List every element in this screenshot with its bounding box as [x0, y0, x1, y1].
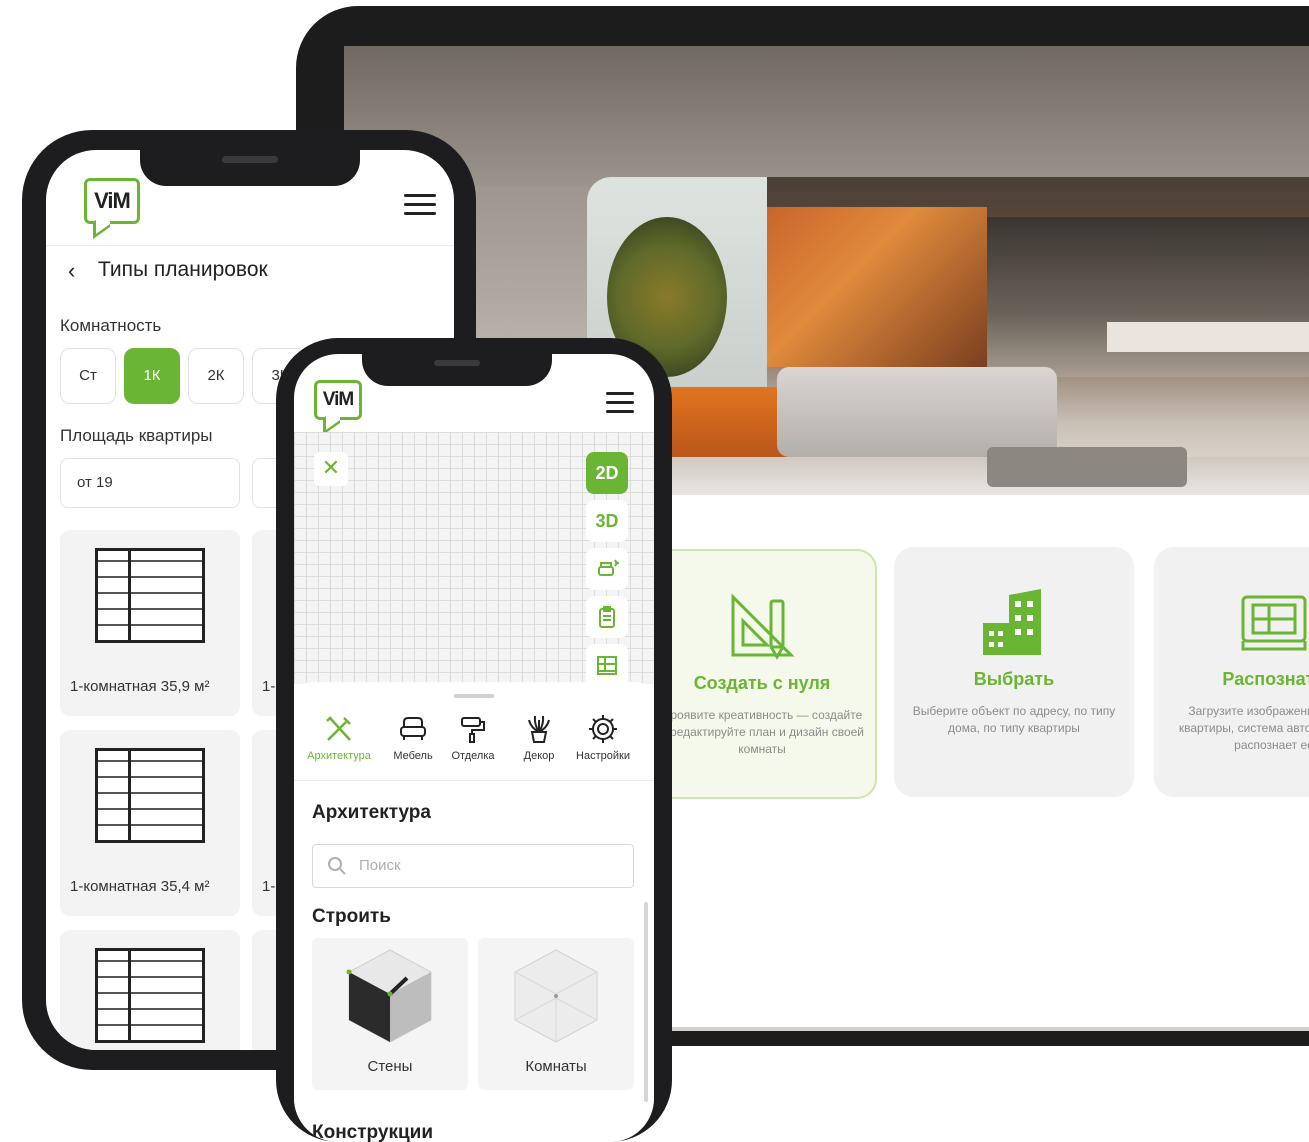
feature-title: Создать с нуля — [693, 673, 831, 693]
hero-floor — [587, 457, 1309, 495]
plan-caption: 1-комнатная 35,4 м² — [70, 878, 210, 895]
tool-label: Декор — [523, 750, 555, 762]
phone-speaker — [222, 156, 278, 163]
logo[interactable]: ViM — [314, 380, 362, 420]
background-wall — [344, 46, 1309, 186]
toolbar-divider — [294, 780, 654, 781]
armchair-icon — [380, 712, 446, 746]
rooms-label: Комнатность — [60, 316, 162, 335]
chip-2k[interactable]: 2К — [188, 348, 244, 404]
plan-caption: 1- — [262, 878, 276, 895]
hero-interior-image — [587, 177, 1309, 495]
page-title: Типы планировок — [98, 258, 268, 281]
ruler-triangle-icon — [727, 591, 797, 661]
scrollbar[interactable] — [644, 902, 648, 1102]
plant-icon — [506, 712, 572, 746]
feature-description: Проявите креативность — создайте и редак… — [660, 708, 864, 756]
close-icon[interactable]: ✕ — [314, 452, 348, 486]
hero-counter — [1107, 322, 1309, 352]
floor-plan-image — [95, 948, 205, 1043]
tools-icon — [306, 712, 372, 746]
hero-table — [987, 447, 1187, 487]
plan-card[interactable]: 1-комнатная 35,4 м² — [60, 730, 240, 916]
sheet-handle[interactable] — [454, 694, 494, 698]
chip-studio[interactable]: Ст — [60, 348, 116, 404]
floor-plan-image — [95, 548, 205, 643]
tool-label: Настройки — [576, 750, 630, 762]
promo-stage: Создать с нуля Проявите креативность — с… — [0, 0, 1309, 1142]
paint-roller-icon — [440, 712, 506, 746]
feature-description: Загрузите изображение вашей квартиры, си… — [1178, 704, 1309, 752]
building-icon — [979, 587, 1049, 657]
search-input[interactable]: Поиск — [312, 844, 634, 888]
feature-title: Распознать — [1222, 669, 1309, 689]
build-rooms-card[interactable]: Комнаты — [478, 938, 634, 1090]
feature-card-choose[interactable]: Выбрать Выберите объект по адресу, по ти… — [894, 547, 1134, 797]
mode-3d-button[interactable]: 3D — [586, 500, 628, 542]
feature-description: Выберите объект по адресу, по типу дома,… — [912, 704, 1116, 735]
tool-label: Отделка — [451, 750, 495, 762]
feature-row: Создать с нуля Проявите креативность — с… — [587, 547, 1309, 807]
blueprint-icon — [1239, 587, 1309, 657]
tool-finishing[interactable]: Отделка — [440, 712, 506, 762]
tool-furniture[interactable]: Мебель — [380, 712, 446, 762]
logo-text: ViM — [94, 188, 131, 213]
phone-speaker — [434, 360, 480, 366]
plan-caption: 1- — [262, 678, 276, 695]
build-label: Комнаты — [525, 1058, 587, 1075]
section-title: Архитектура — [312, 802, 431, 823]
menu-icon[interactable] — [404, 194, 436, 216]
gear-icon — [570, 712, 636, 746]
plan-card[interactable]: 1-комнатная 35,9 м² — [60, 530, 240, 716]
logo[interactable]: ViM — [84, 178, 140, 224]
logo-text: ViM — [322, 389, 354, 410]
feature-title: Выбрать — [973, 669, 1055, 689]
constructions-title: Конструкции — [312, 1122, 434, 1142]
tool-decor[interactable]: Декор — [506, 712, 572, 762]
search-placeholder: Поиск — [359, 857, 401, 874]
tool-settings[interactable]: Настройки — [570, 712, 636, 762]
plan-caption: 1-комнатная 35,9 м² — [70, 678, 210, 695]
build-title: Строить — [312, 906, 391, 927]
furniture-sparkle-icon[interactable] — [586, 548, 628, 590]
walls-cube-icon — [346, 949, 432, 1043]
hero-grey-sofa — [777, 367, 1057, 457]
menu-icon[interactable] — [606, 392, 634, 414]
hero-kitchen — [987, 217, 1309, 377]
phone-editor-screen: ViM ✕ 2D 3D Архитектура Мебель Отделка Д… — [294, 354, 654, 1142]
floor-plan-image — [95, 748, 205, 843]
blueprint-icon[interactable] — [586, 644, 628, 686]
phone-notch — [140, 148, 360, 186]
build-label: Стены — [367, 1058, 413, 1075]
bottom-sheet: Архитектура Мебель Отделка Декор Настрой… — [294, 682, 654, 1142]
phone-editor: ViM ✕ 2D 3D Архитектура Мебель Отделка Д… — [276, 338, 672, 1142]
chip-1k[interactable]: 1К — [124, 348, 180, 404]
phone-notch — [362, 352, 552, 386]
plan-card[interactable] — [60, 930, 240, 1050]
mode-2d-button[interactable]: 2D — [586, 452, 628, 494]
tool-label: Архитектура — [307, 750, 371, 762]
clipboard-icon[interactable] — [586, 596, 628, 638]
area-from-input[interactable]: от 19 — [60, 458, 240, 508]
rooms-cube-icon — [514, 949, 598, 1043]
area-label: Площадь квартиры — [60, 426, 213, 445]
build-walls-card[interactable]: Стены — [312, 938, 468, 1090]
web-app-card: Создать с нуля Проявите креативность — с… — [587, 177, 1309, 1027]
feature-card-create[interactable]: Создать с нуля Проявите креативность — с… — [647, 549, 877, 799]
feature-card-recognize[interactable]: Распознать Загрузите изображение вашей к… — [1154, 547, 1309, 797]
search-icon — [328, 857, 346, 875]
header-divider — [46, 245, 454, 246]
hero-wood-wall — [767, 207, 987, 367]
back-icon[interactable]: ‹ — [68, 258, 75, 284]
tool-label: Мебель — [393, 750, 433, 762]
tool-architecture[interactable]: Архитектура — [306, 712, 372, 762]
